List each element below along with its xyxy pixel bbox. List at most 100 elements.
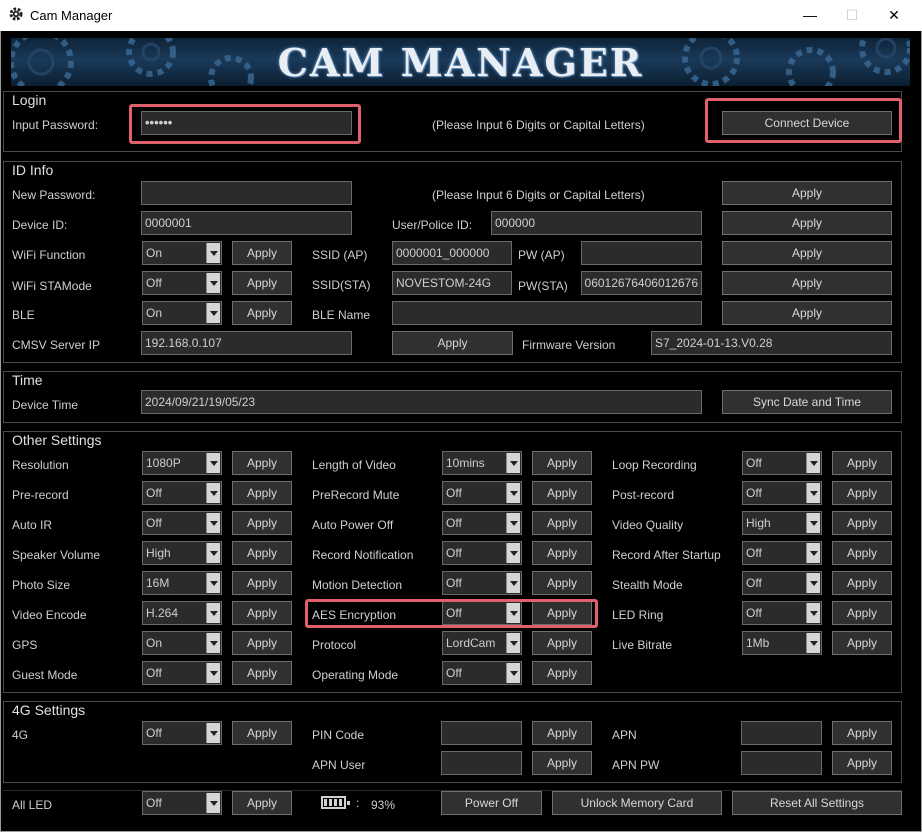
- guest-mode-select[interactable]: Off: [142, 661, 222, 685]
- chevron-down-icon[interactable]: [506, 573, 520, 593]
- video-quality-select[interactable]: High: [742, 511, 822, 535]
- chevron-down-icon[interactable]: [206, 793, 220, 813]
- apn-user-input[interactable]: [441, 751, 522, 775]
- pre-record-apply-button[interactable]: Apply: [232, 481, 292, 505]
- device-id-input[interactable]: 0000001: [141, 211, 352, 235]
- stealth-mode-apply-button[interactable]: Apply: [832, 571, 892, 595]
- pre-record-select[interactable]: Off: [142, 481, 222, 505]
- chevron-down-icon[interactable]: [206, 513, 220, 533]
- record-after-startup-select[interactable]: Off: [742, 541, 822, 565]
- apn-pw-apply-button[interactable]: Apply: [832, 751, 892, 775]
- operating-mode-select[interactable]: Off: [442, 661, 522, 685]
- auto-power-off-select[interactable]: Off: [442, 511, 522, 535]
- led-ring-apply-button[interactable]: Apply: [832, 601, 892, 625]
- device-id-apply-button[interactable]: Apply: [722, 211, 892, 235]
- pin-code-apply-button[interactable]: Apply: [532, 721, 592, 745]
- record-notification-apply-button[interactable]: Apply: [532, 541, 592, 565]
- photo-size-apply-button[interactable]: Apply: [232, 571, 292, 595]
- ble-apply-button[interactable]: Apply: [232, 301, 292, 325]
- apn-apply-button[interactable]: Apply: [832, 721, 892, 745]
- chevron-down-icon[interactable]: [206, 303, 220, 323]
- wifi-ap-apply-button[interactable]: Apply: [722, 241, 892, 265]
- new-password-input[interactable]: [141, 181, 352, 205]
- gps-apply-button[interactable]: Apply: [232, 631, 292, 655]
- ble-select[interactable]: On: [142, 301, 222, 325]
- chevron-down-icon[interactable]: [506, 663, 520, 683]
- record-notification-select[interactable]: Off: [442, 541, 522, 565]
- motion-detection-apply-button[interactable]: Apply: [532, 571, 592, 595]
- wifi-function-apply-button[interactable]: Apply: [232, 241, 292, 265]
- length-of-video-apply-button[interactable]: Apply: [532, 451, 592, 475]
- wifi-sta-apply-button[interactable]: Apply: [232, 271, 292, 295]
- video-encode-apply-button[interactable]: Apply: [232, 601, 292, 625]
- post-record-apply-button[interactable]: Apply: [832, 481, 892, 505]
- wifi-sta-select[interactable]: Off: [142, 271, 222, 295]
- new-password-apply-button[interactable]: Apply: [722, 181, 892, 205]
- chevron-down-icon[interactable]: [206, 663, 220, 683]
- chevron-down-icon[interactable]: [806, 483, 820, 503]
- power-off-button[interactable]: Power Off: [441, 791, 542, 815]
- photo-size-select[interactable]: 16M: [142, 571, 222, 595]
- video-quality-apply-button[interactable]: Apply: [832, 511, 892, 535]
- chevron-down-icon[interactable]: [506, 513, 520, 533]
- prerecord-mute-select[interactable]: Off: [442, 481, 522, 505]
- user-police-id-input[interactable]: 000000: [491, 211, 702, 235]
- loop-recording-select[interactable]: Off: [742, 451, 822, 475]
- stealth-mode-select[interactable]: Off: [742, 571, 822, 595]
- cmsv-input[interactable]: 192.168.0.107: [141, 331, 352, 355]
- auto-power-off-apply-button[interactable]: Apply: [532, 511, 592, 535]
- maximize-button[interactable]: ☐: [837, 4, 867, 26]
- chevron-down-icon[interactable]: [206, 603, 220, 623]
- speaker-volume-select[interactable]: High: [142, 541, 222, 565]
- chevron-down-icon[interactable]: [206, 633, 220, 653]
- chevron-down-icon[interactable]: [806, 603, 820, 623]
- live-bitrate-select[interactable]: 1Mb: [742, 631, 822, 655]
- chevron-down-icon[interactable]: [806, 513, 820, 533]
- pw-sta-input[interactable]: 06012676406012676: [581, 271, 702, 295]
- auto-ir-select[interactable]: Off: [142, 511, 222, 535]
- guest-mode-apply-button[interactable]: Apply: [232, 661, 292, 685]
- g4-apply-button[interactable]: Apply: [232, 721, 292, 745]
- chevron-down-icon[interactable]: [806, 573, 820, 593]
- reset-all-settings-button[interactable]: Reset All Settings: [732, 791, 902, 815]
- led-ring-select[interactable]: Off: [742, 601, 822, 625]
- all-led-apply-button[interactable]: Apply: [232, 791, 292, 815]
- ssid-ap-input[interactable]: 0000001_000000: [392, 241, 512, 265]
- chevron-down-icon[interactable]: [206, 573, 220, 593]
- video-encode-select[interactable]: H.264: [142, 601, 222, 625]
- chevron-down-icon[interactable]: [206, 243, 220, 263]
- cmsv-apply-button[interactable]: Apply: [392, 331, 513, 355]
- chevron-down-icon[interactable]: [806, 633, 820, 653]
- protocol-apply-button[interactable]: Apply: [532, 631, 592, 655]
- chevron-down-icon[interactable]: [206, 453, 220, 473]
- g4-select[interactable]: Off: [142, 721, 222, 745]
- wifi-sta-apply-wide-button[interactable]: Apply: [722, 271, 892, 295]
- minimize-button[interactable]: —: [795, 4, 825, 26]
- protocol-select[interactable]: LordCam: [442, 631, 522, 655]
- gps-select[interactable]: On: [142, 631, 222, 655]
- auto-ir-apply-button[interactable]: Apply: [232, 511, 292, 535]
- chevron-down-icon[interactable]: [206, 723, 220, 743]
- loop-recording-apply-button[interactable]: Apply: [832, 451, 892, 475]
- ssid-sta-input[interactable]: NOVESTOM-24G: [392, 271, 512, 295]
- chevron-down-icon[interactable]: [506, 633, 520, 653]
- chevron-down-icon[interactable]: [806, 543, 820, 563]
- ble-name-apply-button[interactable]: Apply: [722, 301, 892, 325]
- motion-detection-select[interactable]: Off: [442, 571, 522, 595]
- live-bitrate-apply-button[interactable]: Apply: [832, 631, 892, 655]
- close-button[interactable]: ✕: [879, 4, 909, 26]
- unlock-memory-card-button[interactable]: Unlock Memory Card: [552, 791, 722, 815]
- chevron-down-icon[interactable]: [506, 453, 520, 473]
- apn-input[interactable]: [741, 721, 822, 745]
- record-after-startup-apply-button[interactable]: Apply: [832, 541, 892, 565]
- chevron-down-icon[interactable]: [206, 483, 220, 503]
- operating-mode-apply-button[interactable]: Apply: [532, 661, 592, 685]
- apn-user-apply-button[interactable]: Apply: [532, 751, 592, 775]
- sync-time-button[interactable]: Sync Date and Time: [722, 390, 892, 414]
- chevron-down-icon[interactable]: [806, 453, 820, 473]
- wifi-function-select[interactable]: On: [142, 241, 222, 265]
- all-led-select[interactable]: Off: [142, 791, 222, 815]
- prerecord-mute-apply-button[interactable]: Apply: [532, 481, 592, 505]
- post-record-select[interactable]: Off: [742, 481, 822, 505]
- resolution-apply-button[interactable]: Apply: [232, 451, 292, 475]
